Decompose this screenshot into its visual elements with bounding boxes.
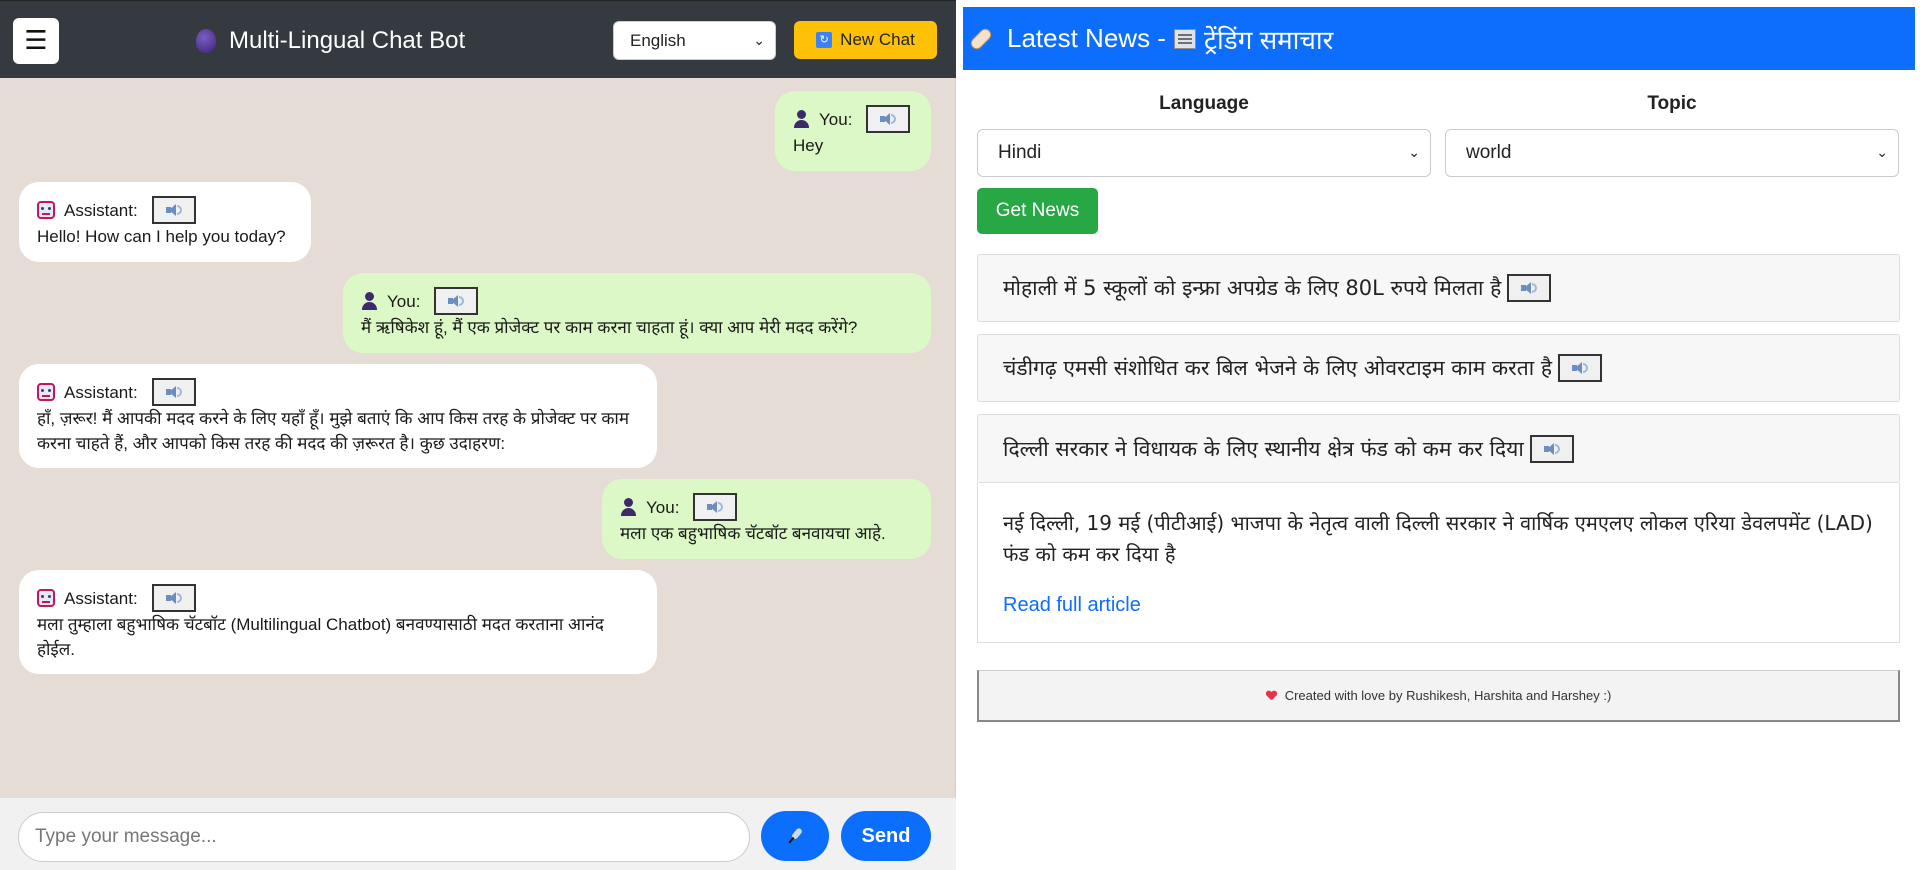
speaker-icon: [165, 386, 182, 398]
chat-message-bot: Assistant: हाँ, ज़रूर! मैं आपकी मदद करने…: [19, 364, 657, 468]
speak-button[interactable]: [1529, 434, 1574, 463]
message-sender: You:: [646, 497, 680, 517]
news-detail-panel: नई दिल्ली, 19 मई (पीटीआई) भाजपा के नेतृत…: [977, 483, 1900, 643]
message-header: You:: [793, 105, 913, 133]
news-language-value: Hindi: [998, 142, 1042, 163]
user-avatar-icon: [793, 110, 810, 128]
message-sender: You:: [387, 291, 421, 311]
send-button[interactable]: Send: [841, 811, 931, 861]
logo-icon: [196, 29, 216, 53]
news-topic-value: world: [1466, 142, 1512, 163]
speaker-icon: [1521, 282, 1538, 294]
news-title-prefix: Latest News -: [1007, 23, 1166, 53]
news-headline-item[interactable]: मोहाली में 5 स्कूलों को इन्फ्रा अपग्रेड …: [977, 254, 1900, 322]
microphone-button[interactable]: [761, 811, 829, 861]
speaker-icon: [707, 501, 724, 513]
message-text: Hey: [793, 136, 824, 155]
message-header: Assistant:: [37, 584, 639, 612]
chat-input-bar: Send: [0, 797, 956, 870]
footer: Created with love by Rushikesh, Harshita…: [977, 670, 1900, 722]
chevron-down-icon: ⌄: [753, 32, 765, 49]
message-sender: You:: [819, 109, 853, 129]
hamburger-icon: ☰: [24, 26, 48, 56]
app-title-group: Multi-Lingual Chat Bot: [196, 25, 465, 57]
menu-button[interactable]: ☰: [13, 18, 59, 64]
microphone-icon: [782, 823, 807, 848]
get-news-button[interactable]: Get News: [977, 188, 1098, 234]
footer-text: Created with love by Rushikesh, Harshita…: [1284, 688, 1612, 703]
news-headline-item-expanded[interactable]: दिल्ली सरकार ने विधायक के लिए स्थानीय क्…: [977, 414, 1900, 483]
news-summary: नई दिल्ली, 19 मई (पीटीआई) भाजपा के नेतृत…: [1003, 511, 1873, 566]
news-topic-select[interactable]: world ⌄: [1445, 129, 1899, 177]
speak-button[interactable]: [434, 287, 479, 315]
user-avatar-icon: [361, 292, 378, 310]
message-text: Hello! How can I help you today?: [37, 227, 286, 246]
chat-message-bot: Assistant: मला तुम्हाला बहुभाषिक चॅटबॉट …: [19, 570, 657, 674]
chat-message-bot: Assistant: Hello! How can I help you tod…: [19, 182, 311, 262]
chat-pane: ☰ Multi-Lingual Chat Bot English ⌄ ↻ New…: [0, 0, 956, 870]
message-header: You:: [361, 287, 913, 315]
speak-button[interactable]: [693, 493, 738, 521]
message-text: हाँ, ज़रूर! मैं आपकी मदद करने के लिए यहा…: [37, 409, 629, 453]
news-language-select[interactable]: Hindi ⌄: [977, 129, 1431, 177]
chat-message-user: You: मला एक बहुभाषिक चॅटबॉट बनवायचा आहे.: [602, 479, 931, 559]
heart-icon: [1266, 691, 1277, 701]
app-title: Multi-Lingual Chat Bot: [229, 27, 466, 54]
speaker-icon: [165, 204, 182, 216]
speak-button[interactable]: [151, 196, 196, 224]
read-full-article-link[interactable]: Read full article: [1003, 594, 1874, 617]
chevron-down-icon: ⌄: [1876, 145, 1888, 161]
message-sender: Assistant:: [64, 382, 138, 402]
message-input[interactable]: [18, 812, 750, 862]
topic-label: Topic: [1647, 93, 1697, 114]
robot-icon: [37, 383, 55, 401]
language-select-value: English: [630, 30, 686, 50]
speaker-icon: [1571, 362, 1588, 374]
message-sender: Assistant:: [64, 588, 138, 608]
speak-button[interactable]: [866, 105, 911, 133]
user-avatar-icon: [620, 498, 637, 516]
news-pane: Latest News - ट्रेंडिंग समाचार Language …: [957, 0, 1920, 870]
speaker-icon: [880, 113, 897, 125]
news-title: Latest News - ट्रेंडिंग समाचार: [1007, 21, 1333, 57]
message-text: मैं ऋषिकेश हूं, मैं एक प्रोजेक्ट पर काम …: [361, 318, 858, 337]
message-header: Assistant:: [37, 378, 639, 406]
message-sender: Assistant:: [64, 200, 138, 220]
message-text: मला एक बहुभाषिक चॅटबॉट बनवायचा आहे.: [620, 524, 886, 543]
message-text: मला तुम्हाला बहुभाषिक चॅटबॉट (Multilingu…: [37, 615, 604, 659]
speak-button[interactable]: [1507, 274, 1552, 302]
robot-icon: [37, 589, 55, 607]
refresh-icon: ↻: [816, 32, 833, 48]
speaker-icon: [165, 592, 182, 604]
news-headline-text: चंडीगढ़ एमसी संशोधित कर बिल भेजने के लिए…: [1003, 356, 1552, 380]
speaker-icon: [1543, 442, 1560, 455]
speak-button[interactable]: [1557, 354, 1602, 382]
chat-message-user: You: Hey: [775, 91, 931, 171]
speak-button[interactable]: [151, 378, 196, 406]
new-chat-label: New Chat: [840, 30, 915, 49]
message-header: Assistant:: [37, 196, 293, 224]
chat-header: ☰ Multi-Lingual Chat Bot English ⌄ ↻ New…: [0, 0, 956, 78]
chevron-down-icon: ⌄: [1408, 145, 1420, 161]
chat-message-user: You: मैं ऋषिकेश हूं, मैं एक प्रोजेक्ट पर…: [343, 273, 931, 353]
message-header: You:: [620, 493, 913, 521]
language-select[interactable]: English ⌄: [613, 21, 776, 60]
news-headline-item[interactable]: चंडीगढ़ एमसी संशोधित कर बिल भेजने के लिए…: [977, 334, 1900, 402]
language-label: Language: [1159, 93, 1249, 114]
newspaper-icon: [1173, 28, 1196, 49]
news-title-suffix: ट्रेंडिंग समाचार: [1203, 24, 1334, 55]
bandage-icon: [968, 25, 994, 52]
robot-icon: [37, 201, 55, 219]
news-header: Latest News - ट्रेंडिंग समाचार: [963, 7, 1915, 70]
new-chat-button[interactable]: ↻ New Chat: [794, 21, 937, 59]
speaker-icon: [448, 295, 465, 307]
news-headline-text: मोहाली में 5 स्कूलों को इन्फ्रा अपग्रेड …: [1003, 276, 1502, 300]
news-headline-text: दिल्ली सरकार ने विधायक के लिए स्थानीय क्…: [1003, 436, 1524, 461]
speak-button[interactable]: [151, 584, 196, 612]
